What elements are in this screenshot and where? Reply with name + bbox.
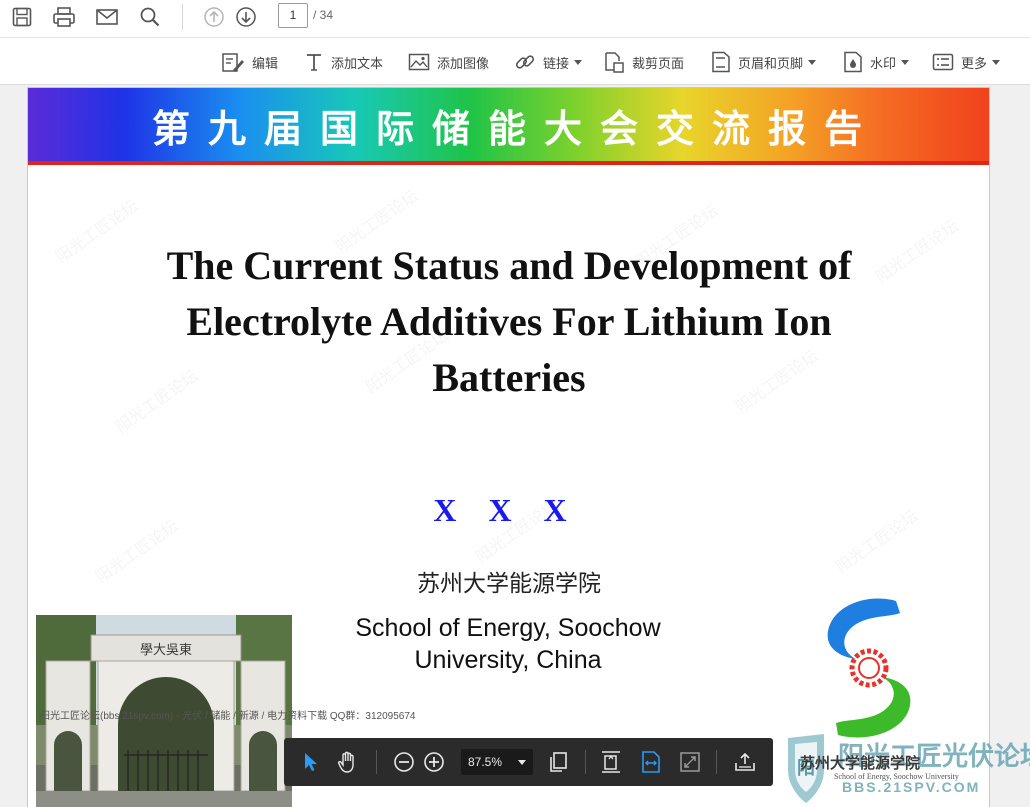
slide-title-line: The Current Status and Development of (166, 243, 852, 288)
more-icon (932, 53, 954, 71)
edit-icon (222, 53, 244, 72)
toolbar-divider (182, 4, 183, 30)
slide-title-line: Batteries (432, 355, 586, 400)
top-toolbar: 1 / 34 (0, 0, 1030, 38)
page-total: / 34 (313, 8, 334, 22)
school-name-line: School of Energy, Soochow (355, 614, 661, 642)
slide-banner: 第九届国际储能大会交流报告 (28, 88, 989, 163)
link-button[interactable]: 链接 (514, 50, 583, 74)
chevron-down-icon (808, 59, 817, 65)
school-logo (818, 593, 918, 743)
fit-width-icon[interactable] (637, 748, 665, 776)
pdf-page: 阳光工匠论坛 阳光工匠论坛 阳光工匠论坛 阳光工匠论坛 阳光工匠论坛 阳光工匠论… (27, 87, 990, 807)
link-icon (515, 55, 535, 69)
banner-title: 第九届国际储能大会交流报告 (151, 107, 880, 151)
slide-title-line: Electrolyte Additives For Lithium Ion (186, 299, 832, 344)
pdf-viewer-window: 1 / 34 编辑 添加文本 添加图像 链接 裁剪页面 页眉和页脚 水印 更多 … (0, 0, 1030, 807)
download-notice: 阳光工匠论坛(bbs.21spv.com) - 光伏 / 储能 / 新源 / 电… (40, 711, 416, 722)
site-url: BBS.21SPV.COM (842, 779, 980, 795)
share-upload-icon[interactable] (731, 748, 759, 776)
more-button[interactable]: 更多 (932, 50, 1001, 74)
add-text-label: 添加文本 (331, 56, 384, 72)
toolbar-divider (716, 750, 717, 774)
page-down-icon[interactable] (232, 3, 260, 31)
more-label: 更多 (961, 56, 988, 72)
page-up-icon[interactable] (200, 3, 228, 31)
school-name-line: University, China (414, 646, 602, 674)
full-screen-icon[interactable] (676, 748, 704, 776)
author-initial: X (488, 492, 518, 528)
hand-tool-icon[interactable] (334, 748, 362, 776)
slide-title: The Current Status and Development of El… (88, 238, 930, 406)
watermark-icon (844, 51, 862, 73)
fit-page-icon[interactable] (597, 748, 625, 776)
add-image-button[interactable]: 添加图像 (408, 50, 489, 74)
chevron-down-icon (518, 760, 526, 765)
zoom-in-icon[interactable] (420, 748, 448, 776)
edit-button[interactable]: 编辑 (221, 50, 278, 74)
chevron-down-icon (901, 59, 910, 65)
logo-caption: 苏州大学能源学院 (800, 754, 921, 772)
page-thumbnails-icon[interactable] (544, 748, 572, 776)
watermark-button[interactable]: 水印 (843, 50, 910, 74)
crop-page-label: 裁剪页面 (632, 56, 685, 72)
link-label: 链接 (543, 56, 570, 72)
gate-inscription: 學大吳東 (140, 642, 192, 658)
edit-toolbar: 编辑 添加文本 添加图像 链接 裁剪页面 页眉和页脚 水印 更多 (0, 39, 1030, 85)
toolbar-divider (376, 750, 377, 774)
logo-subcaption: School of Energy, Soochow University (834, 772, 959, 781)
author-name: X X X (28, 492, 978, 529)
add-image-label: 添加图像 (437, 56, 490, 72)
header-footer-button[interactable]: 页眉和页脚 (711, 50, 817, 74)
add-text-button[interactable]: 添加文本 (304, 50, 383, 74)
author-initial: X (433, 492, 463, 528)
header-footer-label: 页眉和页脚 (738, 56, 804, 72)
save-icon[interactable] (8, 3, 36, 31)
print-icon[interactable] (50, 3, 78, 31)
watermark-label: 水印 (870, 56, 897, 72)
floating-page-toolbar: 87.5% (284, 738, 773, 786)
crop-page-button[interactable]: 裁剪页面 (603, 50, 684, 74)
search-icon[interactable] (136, 3, 164, 31)
author-initial: X (543, 492, 573, 528)
chevron-down-icon (574, 59, 583, 65)
document-viewer[interactable]: 阳光工匠论坛 阳光工匠论坛 阳光工匠论坛 阳光工匠论坛 阳光工匠论坛 阳光工匠论… (0, 85, 1030, 807)
email-icon[interactable] (93, 3, 121, 31)
chevron-down-icon (992, 59, 1001, 65)
image-icon (408, 53, 430, 71)
page-number-input[interactable]: 1 (278, 3, 308, 28)
edit-label: 编辑 (252, 56, 279, 72)
text-icon (307, 54, 321, 71)
crop-icon (605, 52, 624, 73)
banner-underline (28, 161, 989, 165)
zoom-level-select[interactable]: 87.5% (461, 749, 533, 775)
school-name-english: School of Energy, Soochow University, Ch… (308, 612, 708, 676)
select-tool-icon[interactable] (297, 748, 325, 776)
toolbar-divider (585, 750, 586, 774)
header-footer-icon (712, 51, 730, 73)
zoom-level-value: 87.5% (468, 755, 503, 769)
zoom-out-icon[interactable] (390, 748, 418, 776)
